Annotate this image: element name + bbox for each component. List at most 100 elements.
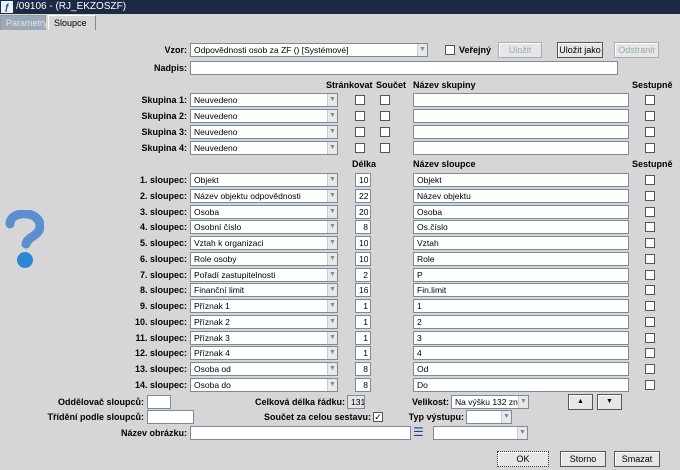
column-length-input[interactable]: 16	[355, 283, 371, 297]
ulozit-button[interactable]: Uložit	[498, 42, 542, 58]
column-length-input[interactable]: 2	[355, 268, 371, 282]
column-select[interactable]: Role osoby ▼	[190, 252, 338, 266]
nazev-obrazku-input[interactable]	[190, 426, 411, 440]
column-name-input[interactable]: Název objektu	[413, 189, 629, 203]
column-sestupne-checkbox[interactable]	[645, 254, 655, 264]
tab-parametry[interactable]: Parametry	[0, 15, 48, 30]
sestupne-checkbox[interactable]	[645, 143, 655, 153]
sestupne-checkbox[interactable]	[645, 127, 655, 137]
column-name-input[interactable]: 1	[413, 299, 629, 313]
column-select[interactable]: Vztah k organizaci ▼	[190, 236, 338, 250]
column-sestupne-checkbox[interactable]	[645, 317, 655, 327]
select-value: Příznak 3	[194, 333, 230, 343]
column-select[interactable]: Osoba od ▼	[190, 362, 338, 376]
column-select[interactable]: Finanční limit ▼	[190, 283, 338, 297]
odstranit-button[interactable]: Odstranit	[614, 42, 659, 58]
column-select[interactable]: Pořadí zastupitelnosti ▼	[190, 268, 338, 282]
group-name-input[interactable]	[413, 109, 629, 123]
oddelovac-input[interactable]	[147, 395, 171, 409]
group-select[interactable]: Neuvedeno ▼	[190, 125, 338, 139]
column-sestupne-checkbox[interactable]	[645, 222, 655, 232]
column-name-input[interactable]: Osoba	[413, 205, 629, 219]
move-up-button[interactable]: ▲	[568, 394, 593, 410]
column-sestupne-checkbox[interactable]	[645, 333, 655, 343]
sestupne-checkbox[interactable]	[645, 95, 655, 105]
column-select[interactable]: Příznak 3 ▼	[190, 331, 338, 345]
column-name-input[interactable]: Objekt	[413, 173, 629, 187]
column-sestupne-checkbox[interactable]	[645, 270, 655, 280]
column-length-input[interactable]: 10	[355, 173, 371, 187]
column-length-input[interactable]: 22	[355, 189, 371, 203]
column-select[interactable]: Osoba do ▼	[190, 378, 338, 392]
column-sestupne-checkbox[interactable]	[645, 301, 655, 311]
tab-sloupce[interactable]: Sloupce	[48, 15, 96, 30]
ok-button[interactable]: OK	[497, 451, 549, 467]
chevron-down-icon: ▼	[327, 332, 337, 344]
column-select[interactable]: Objekt ▼	[190, 173, 338, 187]
column-select[interactable]: Osobní číslo ▼	[190, 220, 338, 234]
column-length-input[interactable]: 8	[355, 220, 371, 234]
typ-vystupu-select[interactable]: ▼	[466, 410, 512, 424]
column-select[interactable]: Příznak 2 ▼	[190, 315, 338, 329]
column-name-input[interactable]: 3	[413, 331, 629, 345]
column-name-input[interactable]: 2	[413, 315, 629, 329]
column-length-input[interactable]: 1	[355, 331, 371, 345]
column-name-input[interactable]: Role	[413, 252, 629, 266]
column-sestupne-checkbox[interactable]	[645, 191, 655, 201]
soucet-checkbox[interactable]	[380, 111, 390, 121]
column-sestupne-checkbox[interactable]	[645, 285, 655, 295]
trideni-input[interactable]	[147, 410, 194, 424]
column-name-input[interactable]: Fin.limit	[413, 283, 629, 297]
column-sestupne-checkbox[interactable]	[645, 348, 655, 358]
column-sestupne-checkbox[interactable]	[645, 207, 655, 217]
move-down-button[interactable]: ▼	[597, 394, 622, 410]
column-select[interactable]: Příznak 4 ▼	[190, 346, 338, 360]
obrazek-select[interactable]: ▼	[433, 426, 528, 440]
column-length-input[interactable]: 1	[355, 315, 371, 329]
list-icon[interactable]: ☰	[413, 426, 424, 440]
verejny-checkbox[interactable]	[445, 45, 455, 55]
column-name-input[interactable]: Do	[413, 378, 629, 392]
storno-button[interactable]: Storno	[560, 451, 606, 467]
column-sestupne-checkbox[interactable]	[645, 238, 655, 248]
velikost-select[interactable]: Na výšku 132 zn. ▼	[451, 395, 529, 409]
group-name-input[interactable]	[413, 141, 629, 155]
group-name-input[interactable]	[413, 93, 629, 107]
strankovat-checkbox[interactable]	[355, 95, 365, 105]
group-select[interactable]: Neuvedeno ▼	[190, 93, 338, 107]
column-label: 14. sloupec:	[134, 380, 187, 390]
column-length-input[interactable]: 10	[355, 252, 371, 266]
column-length-input[interactable]: 1	[355, 346, 371, 360]
column-sestupne-checkbox[interactable]	[645, 364, 655, 374]
column-length-input[interactable]: 8	[355, 378, 371, 392]
column-name-input[interactable]: P	[413, 268, 629, 282]
column-select[interactable]: Příznak 1 ▼	[190, 299, 338, 313]
sestupne-checkbox[interactable]	[645, 111, 655, 121]
nadpis-input[interactable]	[190, 61, 618, 75]
column-length-input[interactable]: 1	[355, 299, 371, 313]
strankovat-checkbox[interactable]	[355, 143, 365, 153]
column-select[interactable]: Osoba ▼	[190, 205, 338, 219]
ulozit-jako-button[interactable]: Uložit jako	[557, 42, 603, 58]
column-length-input[interactable]: 10	[355, 236, 371, 250]
column-select[interactable]: Název objektu odpovědnosti ▼	[190, 189, 338, 203]
soucet-checkbox[interactable]	[380, 95, 390, 105]
column-name-input[interactable]: 4	[413, 346, 629, 360]
group-select[interactable]: Neuvedeno ▼	[190, 141, 338, 155]
group-select[interactable]: Neuvedeno ▼	[190, 109, 338, 123]
vzor-select[interactable]: Odpovědnosti osob za ZF () [Systémové] ▼	[190, 43, 428, 57]
column-name-input[interactable]: Os.číslo	[413, 220, 629, 234]
soucet-checkbox[interactable]	[380, 143, 390, 153]
strankovat-checkbox[interactable]	[355, 111, 365, 121]
select-value: Finanční limit	[194, 285, 245, 295]
column-name-input[interactable]: Od	[413, 362, 629, 376]
column-length-input[interactable]: 20	[355, 205, 371, 219]
column-name-input[interactable]: Vztah	[413, 236, 629, 250]
group-name-input[interactable]	[413, 125, 629, 139]
soucet-checkbox[interactable]	[380, 127, 390, 137]
column-sestupne-checkbox[interactable]	[645, 380, 655, 390]
column-length-input[interactable]: 8	[355, 362, 371, 376]
column-sestupne-checkbox[interactable]	[645, 175, 655, 185]
strankovat-checkbox[interactable]	[355, 127, 365, 137]
smazat-button[interactable]: Smazat	[614, 451, 660, 467]
